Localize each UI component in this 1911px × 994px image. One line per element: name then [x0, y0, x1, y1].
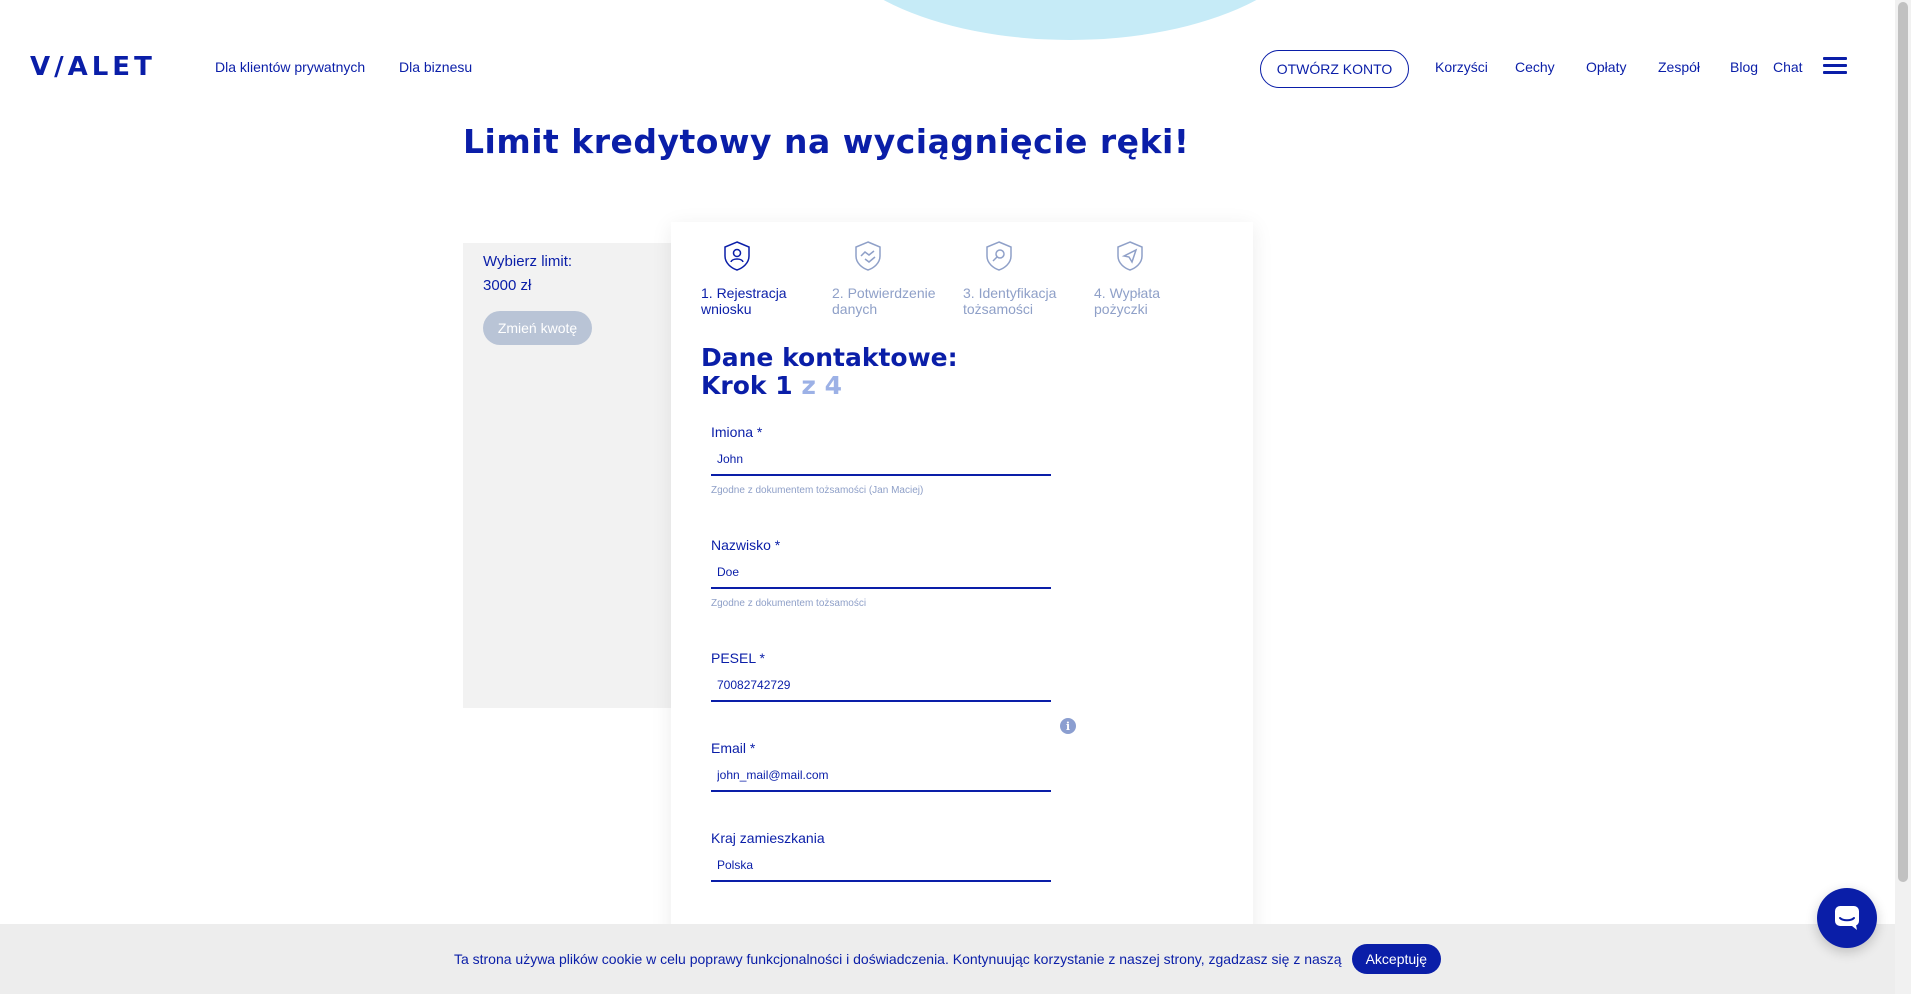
email-field: Email * — [711, 740, 1051, 792]
handshake-shield-icon — [855, 241, 881, 271]
field-label: PESEL * — [711, 650, 765, 666]
first-name-input[interactable] — [711, 444, 1051, 476]
user-shield-icon — [724, 241, 750, 271]
field-hint: Zgodne z dokumentem tożsamości (Jan Maci… — [711, 485, 924, 496]
send-shield-icon — [1117, 241, 1143, 271]
section-title: Dane kontaktowe: Krok 1 z 4 — [701, 344, 958, 400]
first-name-field: Imiona * Zgodne z dokumentem tożsamości … — [711, 424, 1051, 496]
step-current: Krok 1 — [701, 371, 793, 400]
header: V/ALET Dla klientów prywatnych Dla bizne… — [0, 0, 1890, 130]
nav-fees[interactable]: Opłaty — [1586, 59, 1626, 75]
accept-cookies-button[interactable]: Akceptuję — [1351, 944, 1442, 974]
chat-icon — [1835, 906, 1859, 930]
page-title: Limit kredytowy na wyciągnięcie ręki! — [463, 122, 1190, 161]
scrollbar[interactable] — [1895, 0, 1911, 994]
nav-blog[interactable]: Blog — [1730, 59, 1758, 75]
change-amount-button[interactable]: Zmień kwotę — [483, 311, 592, 345]
limit-amount: 3000 zł — [483, 277, 532, 294]
pesel-input[interactable] — [711, 670, 1051, 702]
cookie-bar: Ta strona używa plików cookie w celu pop… — [0, 924, 1895, 994]
page: V/ALET Dla klientów prywatnych Dla bizne… — [0, 0, 1911, 994]
form-card: 1. Rejestracja wniosku 2. Potwierdzenie … — [671, 222, 1253, 994]
cookie-text: Ta strona używa plików cookie w celu pop… — [453, 951, 1342, 967]
limit-label: Wybierz limit: — [483, 253, 573, 270]
logo[interactable]: V/ALET — [30, 52, 156, 82]
field-label: Nazwisko * — [711, 537, 781, 553]
search-shield-icon — [986, 241, 1012, 271]
step-identification: 3. Identyfikacja tożsamości — [963, 240, 1083, 317]
section-heading: Dane kontaktowe: — [701, 343, 958, 372]
open-account-button[interactable]: OTWÓRZ KONTO — [1260, 50, 1409, 88]
last-name-field: Nazwisko * Zgodne z dokumentem tożsamośc… — [711, 537, 1051, 609]
nav-business[interactable]: Dla biznesu — [399, 59, 472, 75]
info-icon[interactable]: i — [1060, 718, 1076, 734]
step-label: 4. Wypłata pożyczki — [1094, 285, 1161, 317]
country-input[interactable] — [711, 850, 1051, 882]
step-label: 2. Potwierdzenie danych — [832, 285, 936, 317]
step-registration: 1. Rejestracja wniosku — [701, 240, 821, 317]
nav-private-clients[interactable]: Dla klientów prywatnych — [215, 59, 365, 75]
hamburger-menu-icon[interactable] — [1823, 57, 1847, 75]
scrollbar-thumb[interactable] — [1898, 2, 1908, 882]
pesel-field: PESEL * — [711, 650, 1051, 702]
field-label: Kraj zamieszkania — [711, 830, 825, 846]
nav-chat[interactable]: Chat — [1773, 59, 1803, 75]
step-confirmation: 2. Potwierdzenie danych — [832, 240, 952, 317]
step-label: 1. Rejestracja wniosku — [701, 285, 787, 317]
nav-team[interactable]: Zespół — [1658, 59, 1700, 75]
last-name-input[interactable] — [711, 557, 1051, 589]
chat-widget-button[interactable] — [1817, 888, 1877, 948]
email-input[interactable] — [711, 760, 1051, 792]
country-field: Kraj zamieszkania — [711, 830, 1051, 882]
step-payout: 4. Wypłata pożyczki — [1094, 240, 1214, 317]
step-counter: Krok 1 z 4 — [701, 372, 958, 400]
nav-features[interactable]: Cechy — [1515, 59, 1555, 75]
field-label: Imiona * — [711, 424, 763, 440]
field-label: Email * — [711, 740, 756, 756]
step-total: z 4 — [801, 371, 842, 400]
limit-panel: Wybierz limit: 3000 zł Zmień kwotę — [463, 243, 673, 708]
field-hint: Zgodne z dokumentem tożsamości — [711, 598, 867, 609]
step-label: 3. Identyfikacja tożsamości — [963, 285, 1057, 317]
nav-benefits[interactable]: Korzyści — [1435, 59, 1488, 75]
